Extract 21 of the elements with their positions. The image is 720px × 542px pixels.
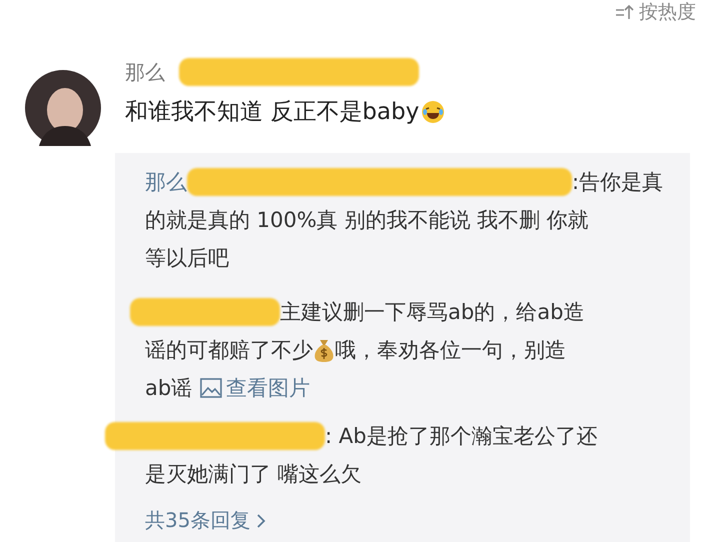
avatar[interactable]: [25, 70, 101, 146]
reply-text: 等以后吧: [145, 245, 229, 272]
reply-text: 的就是真的 100%真 别的我不能说 我不删 你就: [145, 207, 589, 234]
chevron-right-icon: [256, 512, 266, 528]
reply-text: 是灭她满门了 嘴这么欠: [145, 461, 362, 488]
reply-text: 主建议删一下辱骂ab的，给ab造: [280, 299, 584, 326]
view-image-link[interactable]: 查看图片: [200, 374, 310, 402]
laughing-face-icon: [421, 100, 446, 124]
comment-text: 和谁我不知道 反正不是baby: [125, 98, 420, 127]
reply-text: ab谣: [145, 375, 192, 402]
reply-text: :告你是真: [572, 169, 664, 196]
reply-text: 哦，奉劝各位一句，别造: [335, 337, 566, 364]
reply-text: 谣的可都赔了不少: [145, 337, 313, 364]
reply-text: : Ab是抢了那个瀚宝老公了还: [325, 423, 598, 450]
comment-author[interactable]: 那么: [125, 58, 165, 86]
sort-label[interactable]: 按热度: [639, 0, 696, 25]
sort-icon[interactable]: [615, 4, 635, 20]
image-icon: [200, 378, 222, 398]
money-bag-icon: [313, 338, 335, 362]
more-replies-link[interactable]: 共35条回复: [145, 507, 266, 534]
reply-author[interactable]: 那么: [145, 168, 187, 196]
